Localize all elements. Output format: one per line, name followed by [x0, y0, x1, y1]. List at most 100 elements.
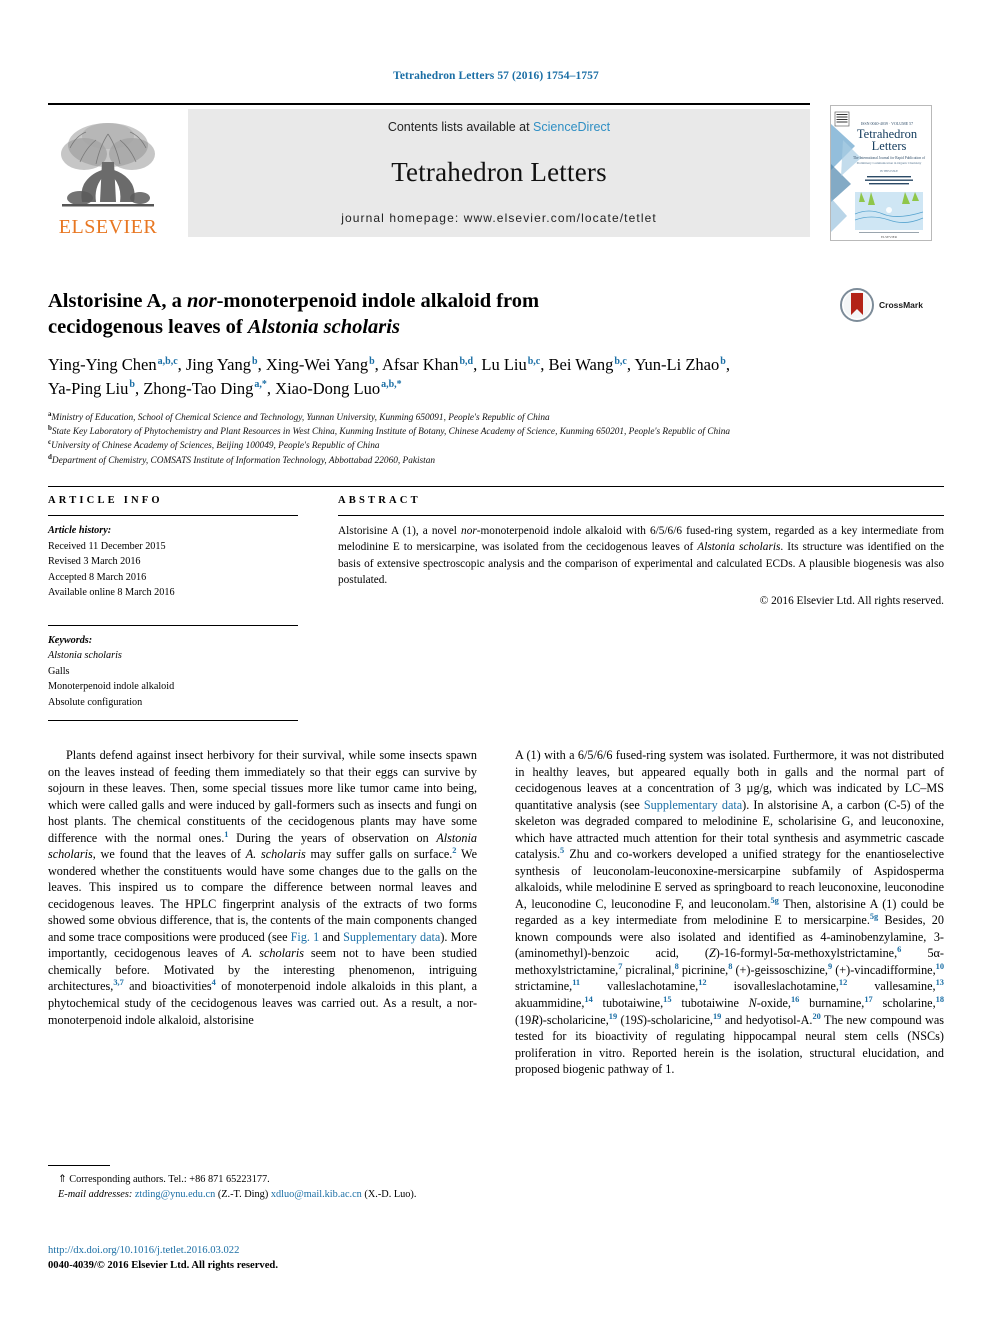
author-name[interactable]: Zhong-Tao Ding [143, 379, 253, 398]
running-head: Tetrahedron Letters 57 (2016) 1754–1757 [393, 70, 599, 82]
author-name[interactable]: Bei Wang [549, 355, 614, 374]
author-name[interactable]: Yun-Li Zhao [634, 355, 719, 374]
author-affil-mark: b [369, 355, 375, 367]
author-name[interactable]: Jing Yang [186, 355, 251, 374]
title-part-1: Alstorisine A, a [48, 290, 187, 312]
author-name[interactable]: Afsar Khan [382, 355, 459, 374]
body-seg: During the years of observation on [228, 830, 437, 845]
journal-title: Tetrahedron Letters [391, 157, 607, 187]
elsevier-logo: ELSEVIER [48, 109, 168, 237]
affiliation-item: bState Key Laboratory of Phytochemistry … [48, 425, 944, 439]
citation-ref[interactable]: 3,7 [113, 978, 123, 987]
affiliation-text: Ministry of Education, School of Chemica… [51, 412, 550, 423]
masthead-top-rule [48, 103, 810, 105]
citation-ref[interactable]: 10 [936, 962, 944, 971]
body-seg: and bioactivities [123, 979, 212, 994]
affiliation-text: Department of Chemistry, COMSATS Institu… [51, 455, 436, 466]
abstract-italic-nor: nor [461, 525, 477, 537]
abstract-text: Alstorisine A (1), a novel nor-monoterpe… [338, 523, 944, 589]
history-item: Revised 3 March 2016 [48, 556, 141, 567]
body-paragraph: A (1) with a 6/5/6/6 fused-ring system w… [515, 747, 944, 1078]
author-affil-mark: a,b,c [157, 355, 178, 367]
keyword-item: Alstonia scholaris [48, 650, 122, 661]
email-label: E-mail addresses: [58, 1188, 133, 1200]
body-italic: R [531, 1012, 539, 1027]
body-seg: tubotaiwine, [592, 995, 664, 1010]
body-seg: (19 [617, 1012, 637, 1027]
affiliation-list: aMinistry of Education, School of Chemic… [48, 410, 944, 468]
abstract-copyright: © 2016 Elsevier Ltd. All rights reserved… [759, 594, 944, 607]
citation-ref[interactable]: 14 [584, 995, 592, 1004]
crossmark-badge[interactable]: CrossMark [840, 284, 944, 326]
author-affil-mark: b [252, 355, 258, 367]
svg-text:ELSEVIER: ELSEVIER [881, 235, 898, 239]
elsevier-tree-icon [61, 123, 155, 207]
author-name[interactable]: Xing-Wei Yang [266, 355, 368, 374]
author-name[interactable]: Ying-Ying Chen [48, 355, 157, 374]
author-affil-mark: b,d [459, 355, 474, 367]
body-seg: vallesamine, [847, 979, 936, 994]
keywords-block: Keywords: Alstonia scholaris Galls Monot… [48, 633, 298, 711]
elsevier-wordmark: ELSEVIER [58, 216, 158, 238]
body-seg: )-16-formyl-5α-methoxylstrictamine, [715, 946, 898, 961]
citation-ref[interactable]: 12 [698, 978, 706, 987]
title-part-3: cecidogenous leaves of [48, 316, 248, 339]
supplementary-data-link[interactable]: Supplementary data [343, 930, 440, 944]
citation-ref[interactable]: 18 [936, 995, 944, 1004]
article-info-column: ARTICLE INFO Article history: Received 1… [48, 495, 298, 721]
email-owner-luo: (X.-D. Luo). [364, 1188, 417, 1200]
body-seg: , we found that the leaves of [92, 847, 246, 862]
affiliation-item: cUniversity of Chinese Academy of Scienc… [48, 439, 944, 453]
body-italic: A. scholaris [241, 946, 304, 961]
journal-cover-thumbnail[interactable]: ISSN 0040-4039 · VOLUME 57 Tetrahedron L… [830, 105, 932, 241]
author-name[interactable]: Lu Liu [481, 355, 526, 374]
figure-link[interactable]: Fig. 1 [291, 930, 320, 944]
body-seg: picralinal, [622, 962, 675, 977]
body-seg: )-scholaricine, [538, 1012, 609, 1027]
keyword-item: Galls [48, 665, 70, 677]
article-page: Tetrahedron Letters 57 (2016) 1754–1757 [0, 0, 992, 1323]
email-link-luo[interactable]: xdluo@mail.kib.ac.cn [271, 1189, 362, 1200]
journal-cover-image: ISSN 0040-4039 · VOLUME 57 Tetrahedron L… [831, 106, 931, 240]
citation-ref[interactable]: 5g [870, 912, 878, 921]
body-seg: strictamine, [515, 979, 573, 994]
body-italic: A. scholaris [245, 847, 306, 862]
citation-ref[interactable]: 15 [663, 995, 671, 1004]
body-column-left: Plants defend against insect herbivory f… [48, 747, 477, 1028]
abstract-column: ABSTRACT Alstorisine A (1), a novel nor-… [338, 495, 944, 607]
supplementary-data-link[interactable]: Supplementary data [644, 798, 742, 812]
keywords-top-rule [48, 624, 298, 626]
history-item: Accepted 8 March 2016 [48, 571, 147, 583]
body-seg: picrinine, [678, 962, 729, 977]
journal-homepage[interactable]: journal homepage: www.elsevier.com/locat… [341, 211, 657, 225]
citation-ref[interactable]: 19 [609, 1011, 617, 1020]
author-name[interactable]: Ya-Ping Liu [48, 379, 128, 398]
sciencedirect-link[interactable]: ScienceDirect [533, 120, 610, 134]
email-link-ding[interactable]: ztding@ynu.edu.cn [135, 1189, 215, 1200]
affiliation-item: aMinistry of Education, School of Chemic… [48, 410, 944, 425]
contents-list-line: Contents lists available at ScienceDirec… [388, 120, 610, 134]
body-seg: and hedyotisol-A. [721, 1012, 813, 1027]
article-info-rule [48, 515, 298, 516]
body-seg: -oxide, [756, 995, 791, 1010]
author-name[interactable]: Xiao-Dong Luo [275, 379, 380, 398]
body-italic: N [748, 995, 757, 1010]
doi-link[interactable]: http://dx.doi.org/10.1016/j.tetlet.2016.… [48, 1244, 478, 1259]
citation-ref[interactable]: 17 [864, 995, 872, 1004]
citation-ref[interactable]: 13 [936, 978, 944, 987]
email-note: E-mail addresses: ztding@ynu.edu.cn (Z.-… [48, 1188, 478, 1203]
abstract-heading: ABSTRACT [338, 495, 421, 506]
email-owner-ding: (Z.-T. Ding) [217, 1188, 269, 1200]
body-seg: valleslachotamine, [580, 979, 699, 994]
footnote-rule [48, 1165, 110, 1166]
body-seg: (+)-vincadifformine, [832, 962, 936, 977]
keyword-item: Monoterpenoid indole alkaloid [48, 681, 175, 692]
title-italic-nor: nor [186, 290, 217, 312]
corresponding-author-note: ⇑ Corresponding authors. Tel.: +86 871 6… [58, 1174, 270, 1185]
author-affil-mark: a,* [254, 379, 267, 391]
citation-ref[interactable]: 5g [770, 896, 778, 905]
footnote-block: ⇑ Corresponding authors. Tel.: +86 871 6… [48, 1165, 478, 1203]
citation-ref[interactable]: 20 [812, 1011, 820, 1020]
title-block: CrossMark Alstorisine A, a nor-monoterpe… [48, 288, 944, 468]
citation-ref[interactable]: 11 [572, 978, 580, 987]
